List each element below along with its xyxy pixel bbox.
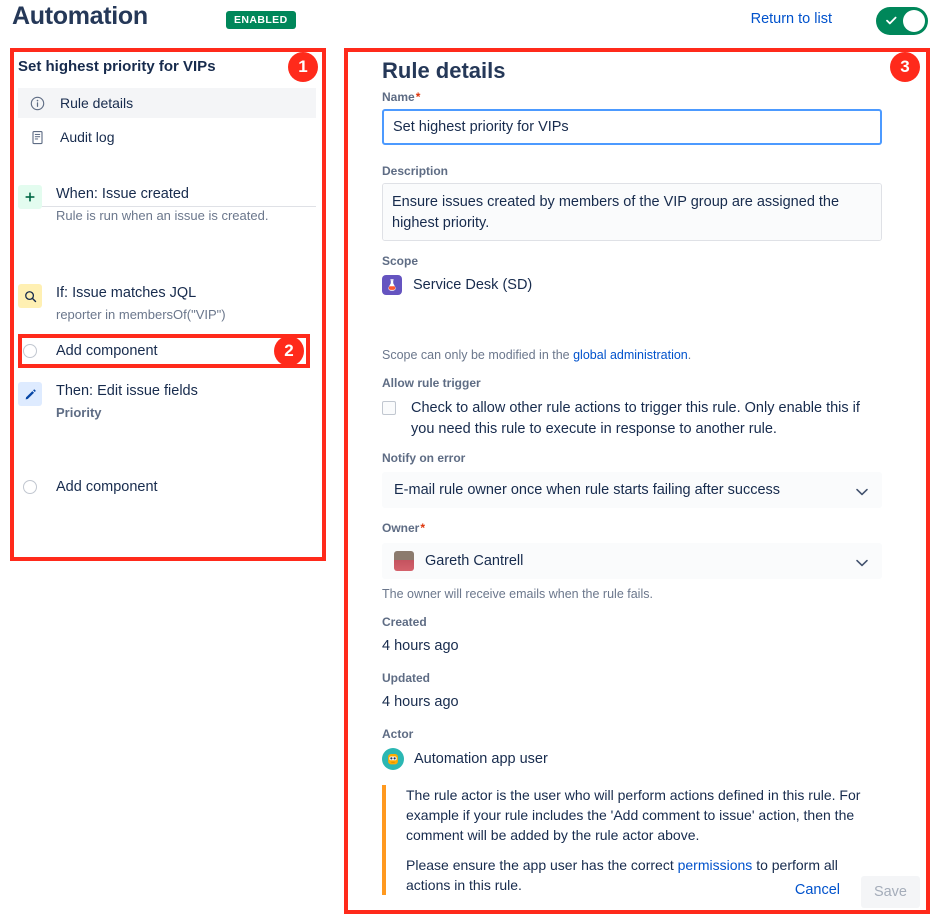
scope-project-name: Service Desk (SD) (413, 277, 533, 293)
rule-enabled-toggle[interactable] (876, 7, 928, 35)
sidebar-item-audit-log[interactable]: Audit log (18, 122, 316, 152)
allow-rule-trigger-text: Check to allow other rule actions to tri… (411, 400, 860, 437)
toggle-knob (903, 10, 925, 32)
owner-select[interactable]: Gareth Cantrell (382, 543, 882, 579)
rule-name-heading: Set highest priority for VIPs (18, 58, 216, 75)
component-trigger-issue-created[interactable]: When: Issue created Rule is run when an … (18, 184, 318, 225)
service-desk-project-icon (382, 275, 402, 295)
actor-value-row: Automation app user (382, 748, 548, 770)
scope-helper-text: Scope can only be modified in the global… (382, 348, 692, 362)
component-title: When: Issue created (56, 186, 189, 202)
chevron-down-icon (855, 556, 869, 574)
plus-icon (18, 185, 42, 209)
sidebar-item-label: Audit log (60, 129, 115, 145)
owner-field-label: Owner* (382, 521, 426, 535)
notify-on-error-select[interactable]: E-mail rule owner once when rule starts … (382, 472, 882, 508)
search-icon (18, 284, 42, 308)
owner-helper-text: The owner will receive emails when the r… (382, 587, 653, 601)
component-condition-jql[interactable]: If: Issue matches JQL reporter in member… (18, 283, 318, 324)
rule-components-panel: Set highest priority for VIPs Rule detai… (10, 48, 326, 561)
page-header: Automation ENABLED Return to list (0, 0, 940, 44)
avatar (394, 551, 414, 571)
permissions-link[interactable]: permissions (678, 857, 753, 873)
scope-value-row: Service Desk (SD) (382, 275, 532, 295)
rule-details-form-panel: Rule details Name* Description Ensure is… (344, 48, 930, 914)
updated-value: 4 hours ago (382, 694, 459, 710)
save-button[interactable]: Save (860, 876, 920, 908)
status-badge: ENABLED (226, 11, 296, 29)
component-title: If: Issue matches JQL (56, 285, 197, 301)
scope-field-label: Scope (382, 254, 419, 268)
allow-rule-trigger-label: Allow rule trigger (382, 376, 481, 390)
description-textarea[interactable]: Ensure issues created by members of the … (382, 183, 882, 241)
actor-label: Actor (382, 727, 414, 741)
component-subtitle: Priority (56, 405, 102, 420)
created-value: 4 hours ago (382, 638, 459, 654)
allow-rule-trigger-checkbox[interactable] (382, 401, 396, 415)
name-field-label: Name* (382, 90, 421, 104)
component-title: Then: Edit issue fields (56, 383, 198, 399)
add-component-label: Add component (56, 343, 158, 359)
description-field-label: Description (382, 164, 449, 178)
add-component-second[interactable]: Add component (18, 473, 318, 501)
created-label: Created (382, 615, 427, 629)
sidebar-item-rule-details[interactable]: Rule details (18, 88, 316, 118)
notify-on-error-label: Notify on error (382, 451, 466, 465)
actor-name: Automation app user (414, 751, 548, 767)
annotation-badge-1: 1 (288, 52, 318, 82)
document-list-icon (26, 130, 48, 145)
chevron-down-icon (855, 485, 869, 503)
component-subtitle: Rule is run when an issue is created. (56, 208, 269, 223)
info-circle-icon (26, 96, 48, 111)
pencil-icon (18, 382, 42, 406)
owner-value: Gareth Cantrell (425, 553, 524, 569)
component-action-edit-issue-fields[interactable]: Then: Edit issue fields Priority (18, 381, 318, 422)
updated-label: Updated (382, 671, 430, 685)
add-component-circle-icon (23, 344, 37, 358)
check-icon (886, 16, 897, 25)
sidebar-item-label: Rule details (60, 95, 134, 111)
page-title: Automation (12, 2, 148, 30)
required-asterisk: * (420, 521, 426, 535)
notify-on-error-value: E-mail rule owner once when rule starts … (394, 482, 781, 498)
add-component-first[interactable]: Add component (18, 337, 318, 365)
global-administration-link[interactable]: global administration (573, 348, 688, 362)
add-component-circle-icon (23, 480, 37, 494)
return-to-list-link[interactable]: Return to list (751, 11, 832, 27)
component-subtitle: reporter in membersOf("VIP") (56, 307, 226, 322)
annotation-badge-2: 2 (274, 336, 304, 366)
robot-avatar-icon (382, 748, 404, 770)
name-input[interactable] (382, 109, 882, 145)
annotation-badge-3: 3 (890, 52, 920, 82)
add-component-label: Add component (56, 479, 158, 495)
rule-details-heading: Rule details (382, 58, 506, 83)
allow-rule-trigger-row[interactable]: Check to allow other rule actions to tri… (382, 398, 887, 440)
actor-note-paragraph-1: The rule actor is the user who will perf… (406, 787, 861, 843)
required-asterisk: * (415, 90, 421, 104)
cancel-button[interactable]: Cancel (791, 877, 844, 903)
